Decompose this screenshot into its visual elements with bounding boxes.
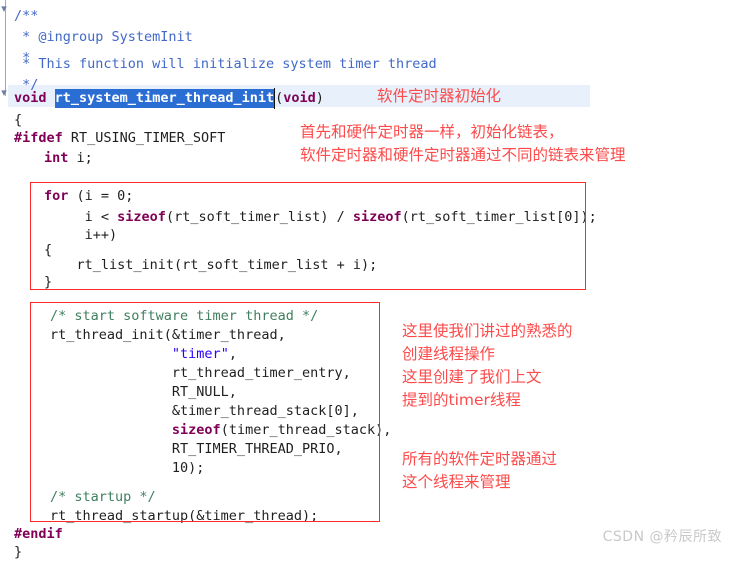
code-token: RT_TIMER_THREAD_PRIO, xyxy=(50,441,343,457)
code-fold-marker-icon[interactable]: ▾ xyxy=(0,86,8,100)
code-token: i < xyxy=(44,209,118,225)
code-token: sizeof xyxy=(171,422,221,438)
code-line[interactable]: /* startup */ xyxy=(50,487,156,508)
annot-thread-create: 这里使我们讲过的熟悉的 创建线程操作这里创建了我们上文 提到的timer线程 xyxy=(402,320,573,412)
code-token: rt_thread_startup(&timer_thread); xyxy=(50,508,319,524)
code-token: } xyxy=(14,544,23,560)
annotation-line: 所有的软件定时器通过 xyxy=(402,450,558,468)
code-line[interactable]: for (i = 0; xyxy=(44,186,133,207)
annot-thread-manage: 所有的软件定时器通过 这个线程来管理 xyxy=(402,448,557,494)
code-token: (i = 0; xyxy=(68,188,134,204)
code-line[interactable]: rt_thread_timer_entry, xyxy=(50,363,351,384)
annotation-line: 软件定时器和硬件定时器通过不同的链表来管理 xyxy=(300,146,626,164)
code-token: rt_list_init(rt_soft_timer_list + i); xyxy=(44,257,378,273)
code-token: i; xyxy=(68,150,93,166)
code-token: "timer" xyxy=(171,346,229,362)
selected-symbol[interactable]: rt_system_timer_thread_init xyxy=(54,89,275,108)
code-token: * This function will initialize system t… xyxy=(14,56,437,72)
code-line[interactable]: rt_thread_startup(&timer_thread); xyxy=(50,506,318,527)
code-token: 10); xyxy=(50,460,205,476)
annotation-line: 软件定时器初始化 xyxy=(377,87,502,105)
code-token: int xyxy=(44,150,69,166)
annotation-line: 这个线程来管理 xyxy=(402,473,511,491)
code-token: sizeof xyxy=(117,209,166,225)
code-token: sizeof xyxy=(352,209,402,225)
code-token: /** xyxy=(14,8,39,24)
code-token: /* startup */ xyxy=(50,489,156,505)
code-token: for xyxy=(44,188,69,204)
code-line[interactable]: } xyxy=(14,542,22,563)
code-line[interactable]: sizeof(timer_thread_stack), xyxy=(50,420,391,441)
code-token: ) xyxy=(315,90,324,106)
code-token: (timer_thread_stack), xyxy=(220,422,392,438)
code-line[interactable]: &timer_thread_stack[0], xyxy=(50,401,359,422)
code-token: RT_NULL, xyxy=(50,384,237,400)
annotation-line: 创建线程操作 xyxy=(402,345,496,363)
parameter-keyword: void xyxy=(283,90,316,106)
code-line[interactable]: "timer", xyxy=(50,344,237,365)
code-line[interactable]: 10); xyxy=(50,458,205,479)
code-line[interactable]: RT_NULL, xyxy=(50,382,237,403)
code-token: (rt_soft_timer_list[0]); xyxy=(401,209,597,225)
code-line[interactable]: } xyxy=(44,272,52,293)
code-line[interactable]: /** xyxy=(14,6,38,27)
return-type-keyword: void xyxy=(14,90,47,106)
code-token: , xyxy=(228,346,237,362)
annotation-line: 提到的timer线程 xyxy=(402,391,521,409)
annotation-line: 首先和硬件定时器一样，初始化链表， xyxy=(300,123,564,141)
code-token: #endif xyxy=(14,526,63,542)
code-line[interactable]: i++) xyxy=(44,225,118,246)
code-token: rt_thread_init(&timer_thread, xyxy=(50,327,286,343)
annotation-line: 这里创建了我们上文 xyxy=(402,368,542,386)
code-token: (rt_soft_timer_list) / xyxy=(165,209,353,225)
code-fold-marker-icon[interactable]: ▾ xyxy=(0,2,8,16)
code-token: { xyxy=(14,112,23,128)
code-token: #ifdef xyxy=(14,130,63,146)
annot-title: 软件定时器初始化 xyxy=(377,85,501,107)
code-line[interactable]: /* start software timer thread */ xyxy=(50,306,318,327)
code-line[interactable]: RT_TIMER_THREAD_PRIO, xyxy=(50,439,343,460)
code-line[interactable]: int i; xyxy=(44,148,93,169)
code-token: } xyxy=(44,274,53,290)
code-token: RT_USING_TIMER_SOFT xyxy=(62,130,226,146)
function-signature-line[interactable]: void rt_system_timer_thread_init (void) xyxy=(14,88,324,109)
annot-linked-list: 首先和硬件定时器一样，初始化链表， 软件定时器和硬件定时器通过不同的链表来管理 xyxy=(300,121,626,167)
code-editor-canvas[interactable]: ▾ ▾ /** * @ingroup SystemInit * * This f… xyxy=(0,0,730,564)
code-line[interactable]: rt_thread_init(&timer_thread, xyxy=(50,325,286,346)
code-token: i++) xyxy=(44,227,118,243)
code-token: * @ingroup SystemInit xyxy=(14,29,193,45)
code-line[interactable]: * @ingroup SystemInit xyxy=(14,27,193,48)
code-token: &timer_thread_stack[0], xyxy=(50,403,359,419)
code-line[interactable]: * This function will initialize system t… xyxy=(14,54,437,75)
code-line[interactable]: rt_list_init(rt_soft_timer_list + i); xyxy=(44,255,378,276)
code-token: rt_thread_timer_entry, xyxy=(50,365,351,381)
annotation-line: 这里使我们讲过的熟悉的 xyxy=(402,322,573,340)
code-token: /* start software timer thread */ xyxy=(50,308,319,324)
csdn-watermark: CSDN @矜辰所致 xyxy=(602,529,722,545)
code-line[interactable]: #ifdef RT_USING_TIMER_SOFT xyxy=(14,128,225,149)
code-line[interactable]: i < sizeof(rt_soft_timer_list) / sizeof(… xyxy=(44,207,597,228)
